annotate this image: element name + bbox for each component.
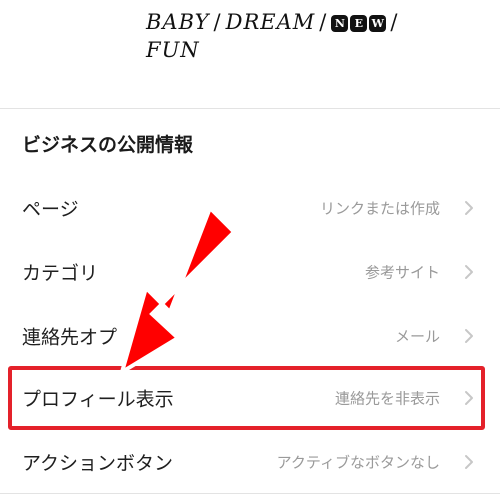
- bio-text: BABY / DREAM / N E W / FUN: [146, 8, 466, 64]
- row-label: ページ: [22, 198, 79, 221]
- highlight-box: [8, 366, 485, 430]
- new-badge-letter: W: [369, 15, 387, 32]
- bio-separator: /: [213, 10, 222, 34]
- bio-separator: /: [319, 10, 328, 34]
- chevron-right-icon: [465, 329, 473, 343]
- row-value: メール: [394, 327, 440, 346]
- row-label: 連絡先オプ: [22, 326, 118, 349]
- bio-separator: /: [390, 10, 399, 34]
- bio-word-dream: DREAM: [225, 10, 316, 34]
- row-value: リンクまたは作成: [319, 199, 440, 218]
- section-divider: [0, 108, 500, 109]
- bottom-divider: [0, 493, 500, 494]
- row-category[interactable]: カテゴリ 参考サイト: [0, 240, 500, 304]
- row-contact-options[interactable]: 連絡先オプ メール: [0, 304, 500, 368]
- new-badge-letter: E: [350, 15, 368, 32]
- row-page[interactable]: ページ リンクまたは作成: [0, 176, 500, 240]
- section-title: ビジネスの公開情報: [22, 134, 194, 156]
- row-value: 参考サイト: [364, 263, 440, 282]
- chevron-right-icon: [465, 265, 473, 279]
- chevron-right-icon: [465, 201, 473, 215]
- bio-word-baby: BABY: [146, 10, 210, 34]
- row-action-button[interactable]: アクションボタン アクティブなボタンなし: [0, 430, 500, 494]
- chevron-right-icon: [465, 455, 473, 469]
- new-badge-letter: N: [331, 15, 349, 32]
- row-value: アクティブなボタンなし: [276, 453, 440, 472]
- row-label: カテゴリ: [22, 262, 99, 285]
- new-badge: NEW: [331, 15, 387, 32]
- bio-word-fun: FUN: [146, 38, 200, 62]
- row-label: アクションボタン: [22, 452, 174, 475]
